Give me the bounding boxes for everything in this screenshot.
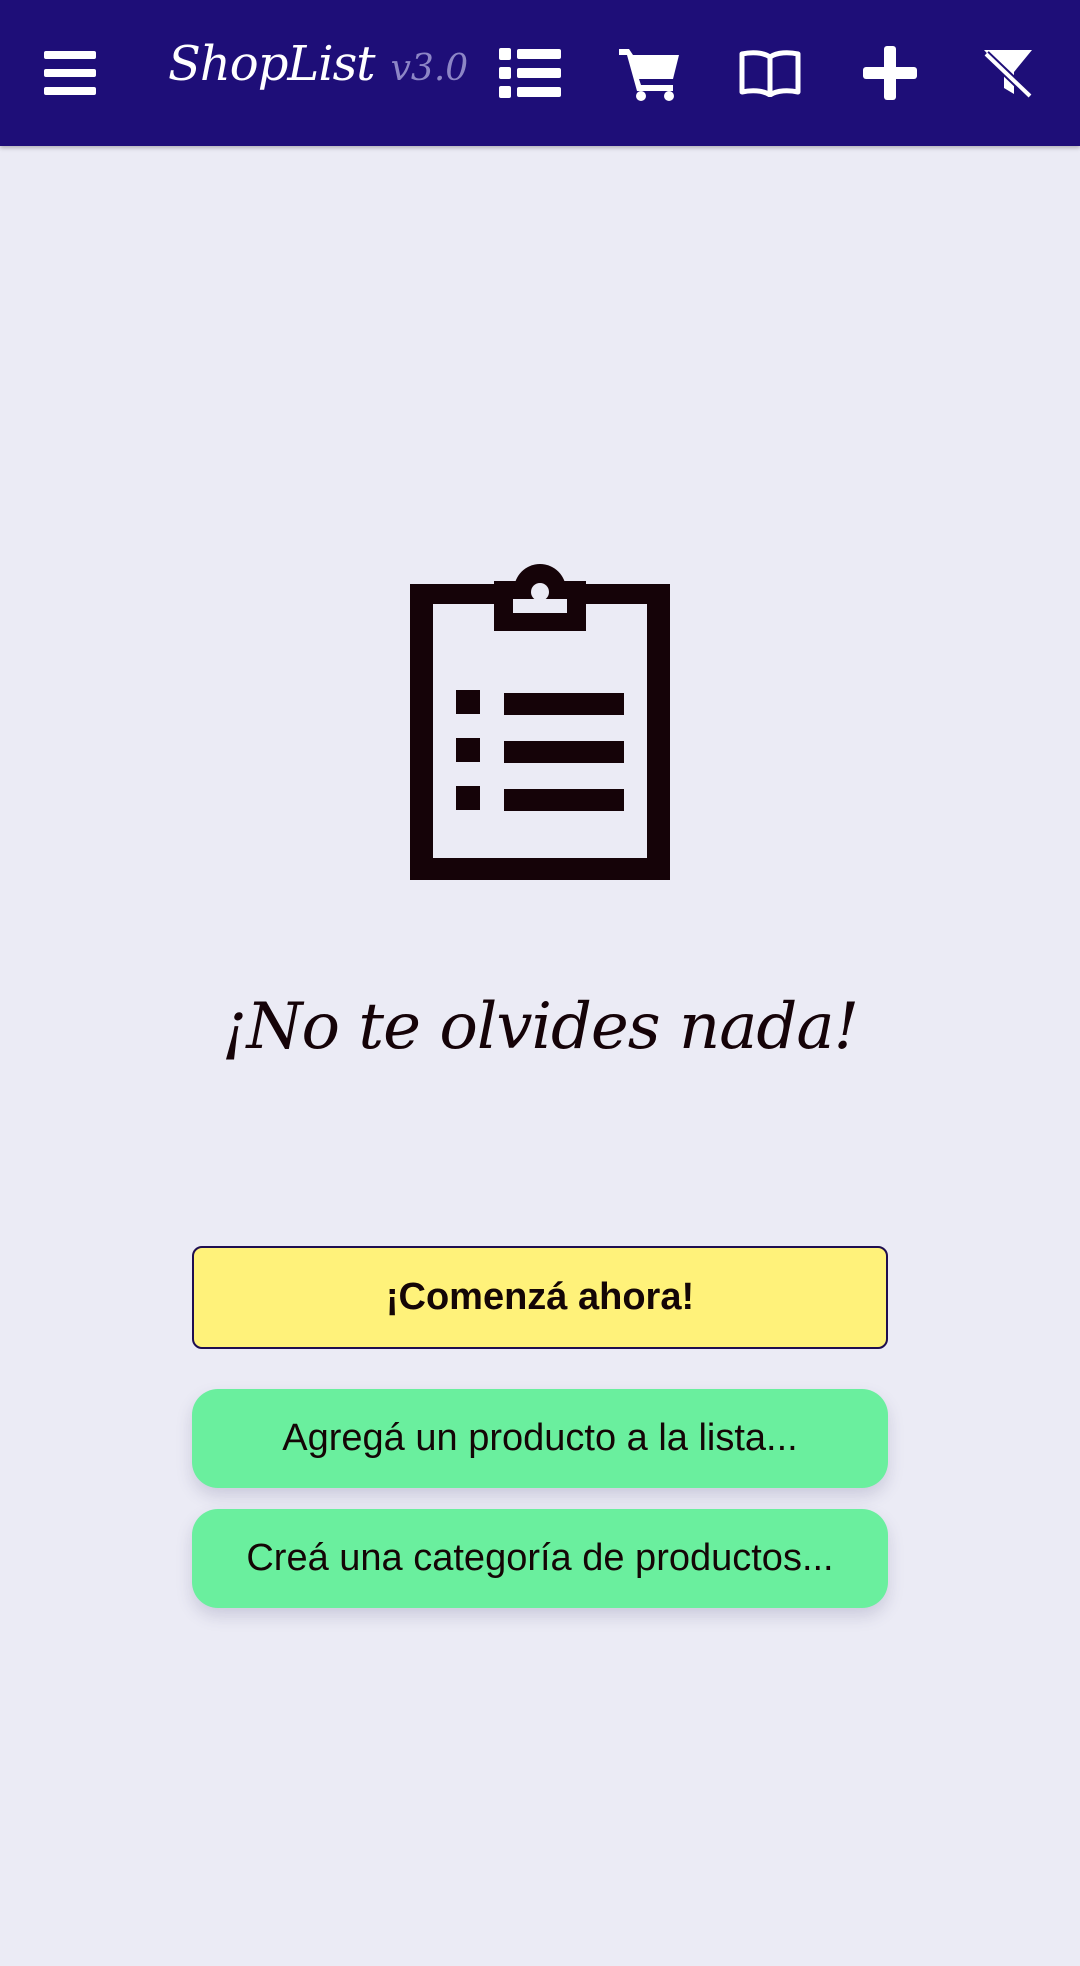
catalog-button[interactable] [730,33,810,113]
start-now-button[interactable]: ¡Comenzá ahora! [192,1246,888,1349]
create-category-button[interactable]: Creá una categoría de productos... [192,1509,888,1608]
add-product-button[interactable]: Agregá un producto a la lista... [192,1389,888,1488]
list-button[interactable] [490,33,570,113]
cart-button[interactable] [610,33,690,113]
open-book-icon [739,50,801,97]
empty-state-tagline: ¡No te olvides nada! [221,990,859,1064]
app-toolbar: ShopList v3.0 [0,0,1080,146]
shopping-cart-icon [619,49,679,101]
add-button[interactable] [850,33,930,113]
filter-off-icon [983,50,1033,98]
hamburger-menu-icon [44,51,96,95]
clipboard-list-icon [410,564,670,880]
list-icon [499,48,561,98]
app-brand: ShopList v3.0 [168,36,468,112]
app-title: ShopList [168,36,376,92]
menu-button[interactable] [30,33,110,113]
clear-filter-button[interactable] [968,33,1048,113]
plus-icon [863,46,917,100]
app-version: v3.0 [390,48,469,89]
